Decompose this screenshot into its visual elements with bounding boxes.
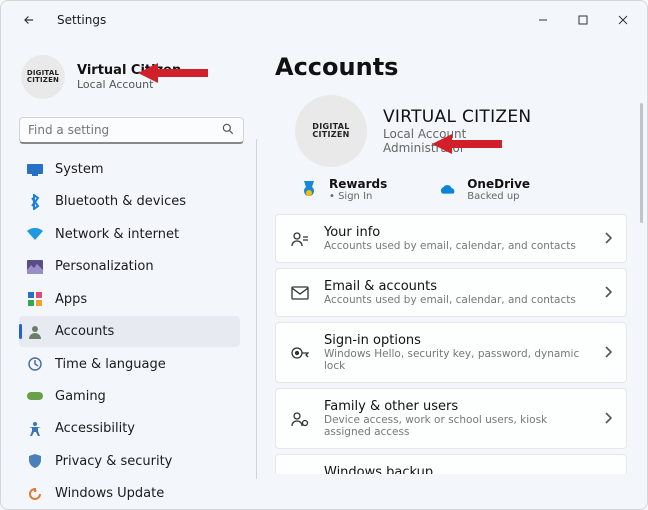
profile-name: Virtual Citizen xyxy=(77,63,181,78)
sidebar-item-time[interactable]: Time & language xyxy=(19,349,240,379)
card-icon xyxy=(290,229,310,249)
onedrive-tile[interactable]: OneDrive Backed up xyxy=(437,177,530,202)
sidebar-profile[interactable]: DIGITAL CITIZEN Virtual Citizen Local Ac… xyxy=(19,47,246,111)
card-icon xyxy=(290,343,310,363)
personalize-icon xyxy=(27,259,43,275)
sidebar-item-apps[interactable]: Apps xyxy=(19,284,240,314)
hero-name: VIRTUAL CITIZEN xyxy=(383,107,531,127)
hero-line1: Local Account xyxy=(383,127,531,141)
bluetooth-icon xyxy=(27,194,43,210)
sidebar-item-label: Time & language xyxy=(55,357,166,372)
privacy-icon xyxy=(27,453,43,469)
chevron-right-icon xyxy=(604,283,612,302)
sidebar-item-label: Network & internet xyxy=(55,227,179,242)
main-panel: Accounts DIGITAL CITIZEN VIRTUAL CITIZEN… xyxy=(257,39,647,509)
hero-line2: Administrator xyxy=(383,141,531,155)
sidebar-item-gaming[interactable]: Gaming xyxy=(19,381,240,411)
sidebar-item-accounts[interactable]: Accounts xyxy=(19,316,240,346)
quick-links: Rewards • Sign In OneDrive Backed up xyxy=(299,177,631,202)
chevron-right-icon xyxy=(604,409,612,428)
sidebar-item-label: Accessibility xyxy=(55,421,135,436)
search-icon xyxy=(221,121,235,140)
sidebar-item-label: Apps xyxy=(55,292,87,307)
update-icon xyxy=(27,486,43,502)
window-title: Settings xyxy=(57,13,106,27)
maximize-button[interactable] xyxy=(563,5,603,35)
search-box[interactable] xyxy=(19,117,244,144)
settings-card[interactable]: Sign-in optionsWindows Hello, security k… xyxy=(275,322,627,383)
sidebar-item-label: Bluetooth & devices xyxy=(55,194,186,209)
card-icon xyxy=(290,283,310,303)
settings-card[interactable]: Email & accountsAccounts used by email, … xyxy=(275,268,627,317)
nav-list: System Bluetooth & devices Network & inter… xyxy=(19,154,246,509)
account-hero: DIGITAL CITIZEN VIRTUAL CITIZEN Local Ac… xyxy=(295,95,631,167)
scrollbar[interactable] xyxy=(640,103,643,223)
sidebar-item-personalize[interactable]: Personalization xyxy=(19,252,240,282)
card-sub: Device access, work or school users, kio… xyxy=(324,414,590,438)
card-sub: Accounts used by email, calendar, and co… xyxy=(324,240,576,252)
sidebar-item-label: Privacy & security xyxy=(55,454,172,469)
card-title: Your info xyxy=(324,225,576,240)
settings-card[interactable]: Your infoAccounts used by email, calenda… xyxy=(275,214,627,263)
rewards-tile[interactable]: Rewards • Sign In xyxy=(299,177,387,202)
chevron-right-icon xyxy=(604,229,612,248)
sidebar-item-label: System xyxy=(55,162,103,177)
settings-card[interactable]: Windows backupBack up your files, apps, … xyxy=(275,454,627,474)
sidebar-item-label: Accounts xyxy=(55,324,114,339)
minimize-button[interactable] xyxy=(523,5,563,35)
profile-sub: Local Account xyxy=(77,78,181,91)
card-title: Family & other users xyxy=(324,399,590,414)
sidebar-item-update[interactable]: Windows Update xyxy=(19,479,240,509)
page-title: Accounts xyxy=(275,53,631,81)
wifi-icon xyxy=(27,226,43,242)
card-title: Email & accounts xyxy=(324,279,576,294)
sidebar-item-bluetooth[interactable]: Bluetooth & devices xyxy=(19,187,240,217)
sidebar-item-privacy[interactable]: Privacy & security xyxy=(19,446,240,476)
card-title: Windows backup xyxy=(324,465,590,474)
back-button[interactable] xyxy=(15,6,43,34)
avatar: DIGITAL CITIZEN xyxy=(21,55,65,99)
time-icon xyxy=(27,356,43,372)
avatar: DIGITAL CITIZEN xyxy=(295,95,367,167)
apps-icon xyxy=(27,291,43,307)
card-sub: Windows Hello, security key, password, d… xyxy=(324,348,590,372)
system-icon xyxy=(27,162,43,178)
sidebar-item-label: Gaming xyxy=(55,389,106,404)
sidebar-item-accessibility[interactable]: Accessibility xyxy=(19,414,240,444)
sidebar: DIGITAL CITIZEN Virtual Citizen Local Ac… xyxy=(1,39,256,509)
sidebar-item-wifi[interactable]: Network & internet xyxy=(19,219,240,249)
search-input[interactable] xyxy=(28,123,221,137)
settings-cards: Your infoAccounts used by email, calenda… xyxy=(275,214,631,474)
close-button[interactable] xyxy=(603,5,643,35)
sidebar-item-label: Personalization xyxy=(55,259,154,274)
sidebar-item-system[interactable]: System xyxy=(19,154,240,184)
sidebar-item-label: Windows Update xyxy=(55,486,164,501)
onedrive-icon xyxy=(437,180,457,200)
titlebar: Settings xyxy=(1,1,647,39)
chevron-right-icon xyxy=(604,343,612,362)
card-sub: Accounts used by email, calendar, and co… xyxy=(324,294,576,306)
card-title: Sign-in options xyxy=(324,333,590,348)
accessibility-icon xyxy=(27,421,43,437)
rewards-icon xyxy=(299,180,319,200)
gaming-icon xyxy=(27,388,43,404)
accounts-icon xyxy=(27,324,43,340)
card-icon xyxy=(290,409,310,429)
settings-card[interactable]: Family & other usersDevice access, work … xyxy=(275,388,627,449)
